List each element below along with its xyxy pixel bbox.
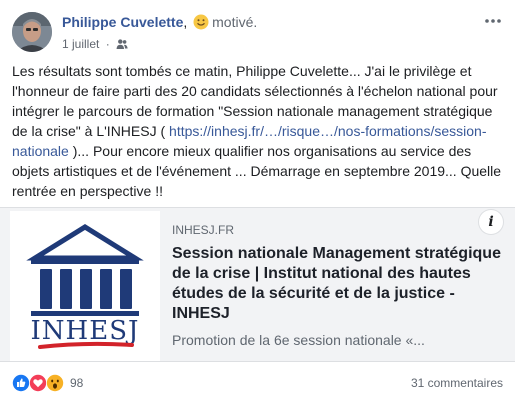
link-description: Promotion de la 6e session nationale «..… xyxy=(172,332,425,348)
post-options-button[interactable] xyxy=(483,14,503,26)
post-footer: 98 31 commentaires xyxy=(12,372,503,394)
meta-dot: · xyxy=(105,36,110,51)
inhesj-logo: INHESJ xyxy=(26,224,144,349)
post-header: Philippe Cuvelette, motivé. 1 juillet · xyxy=(62,13,257,52)
feed-post: Philippe Cuvelette, motivé. 1 juillet · xyxy=(0,0,515,406)
link-title[interactable]: Session nationale Management stratégique… xyxy=(172,244,502,324)
comments-count[interactable]: 31 commentaires xyxy=(411,375,503,391)
reaction-count[interactable]: 98 xyxy=(70,375,83,391)
logo-wordmark: INHESJ xyxy=(31,316,140,346)
separator: , xyxy=(183,14,188,30)
like-icon xyxy=(12,374,30,392)
wow-icon xyxy=(46,374,64,392)
author-name[interactable]: Philippe Cuvelette xyxy=(62,14,183,30)
post-text: Les résultats sont tombés ce matin, Phil… xyxy=(12,61,502,201)
author-line: Philippe Cuvelette, motivé. xyxy=(62,13,257,31)
avatar[interactable] xyxy=(12,12,52,52)
post-date[interactable]: 1 juillet xyxy=(62,36,99,52)
avatar-photo xyxy=(12,12,52,52)
post-meta: 1 juillet · xyxy=(62,35,257,52)
love-icon xyxy=(29,374,47,392)
friends-icon[interactable] xyxy=(116,38,128,50)
link-preview-text: INHESJ.FR Session nationale Management s… xyxy=(172,222,502,350)
info-icon[interactable]: i xyxy=(479,210,503,234)
link-preview-thumbnail: INHESJ xyxy=(10,211,160,361)
more-options-icon xyxy=(485,19,501,23)
post-text-part2: )... Pour encore mieux qualifier nos org… xyxy=(12,143,502,199)
feeling-text: motivé. xyxy=(212,14,258,30)
link-domain: INHESJ.FR xyxy=(172,223,235,237)
smiling-face-emoji-icon xyxy=(193,14,209,30)
link-preview-card[interactable]: INHESJ INHESJ.FR Session nationale Manag… xyxy=(0,207,515,362)
